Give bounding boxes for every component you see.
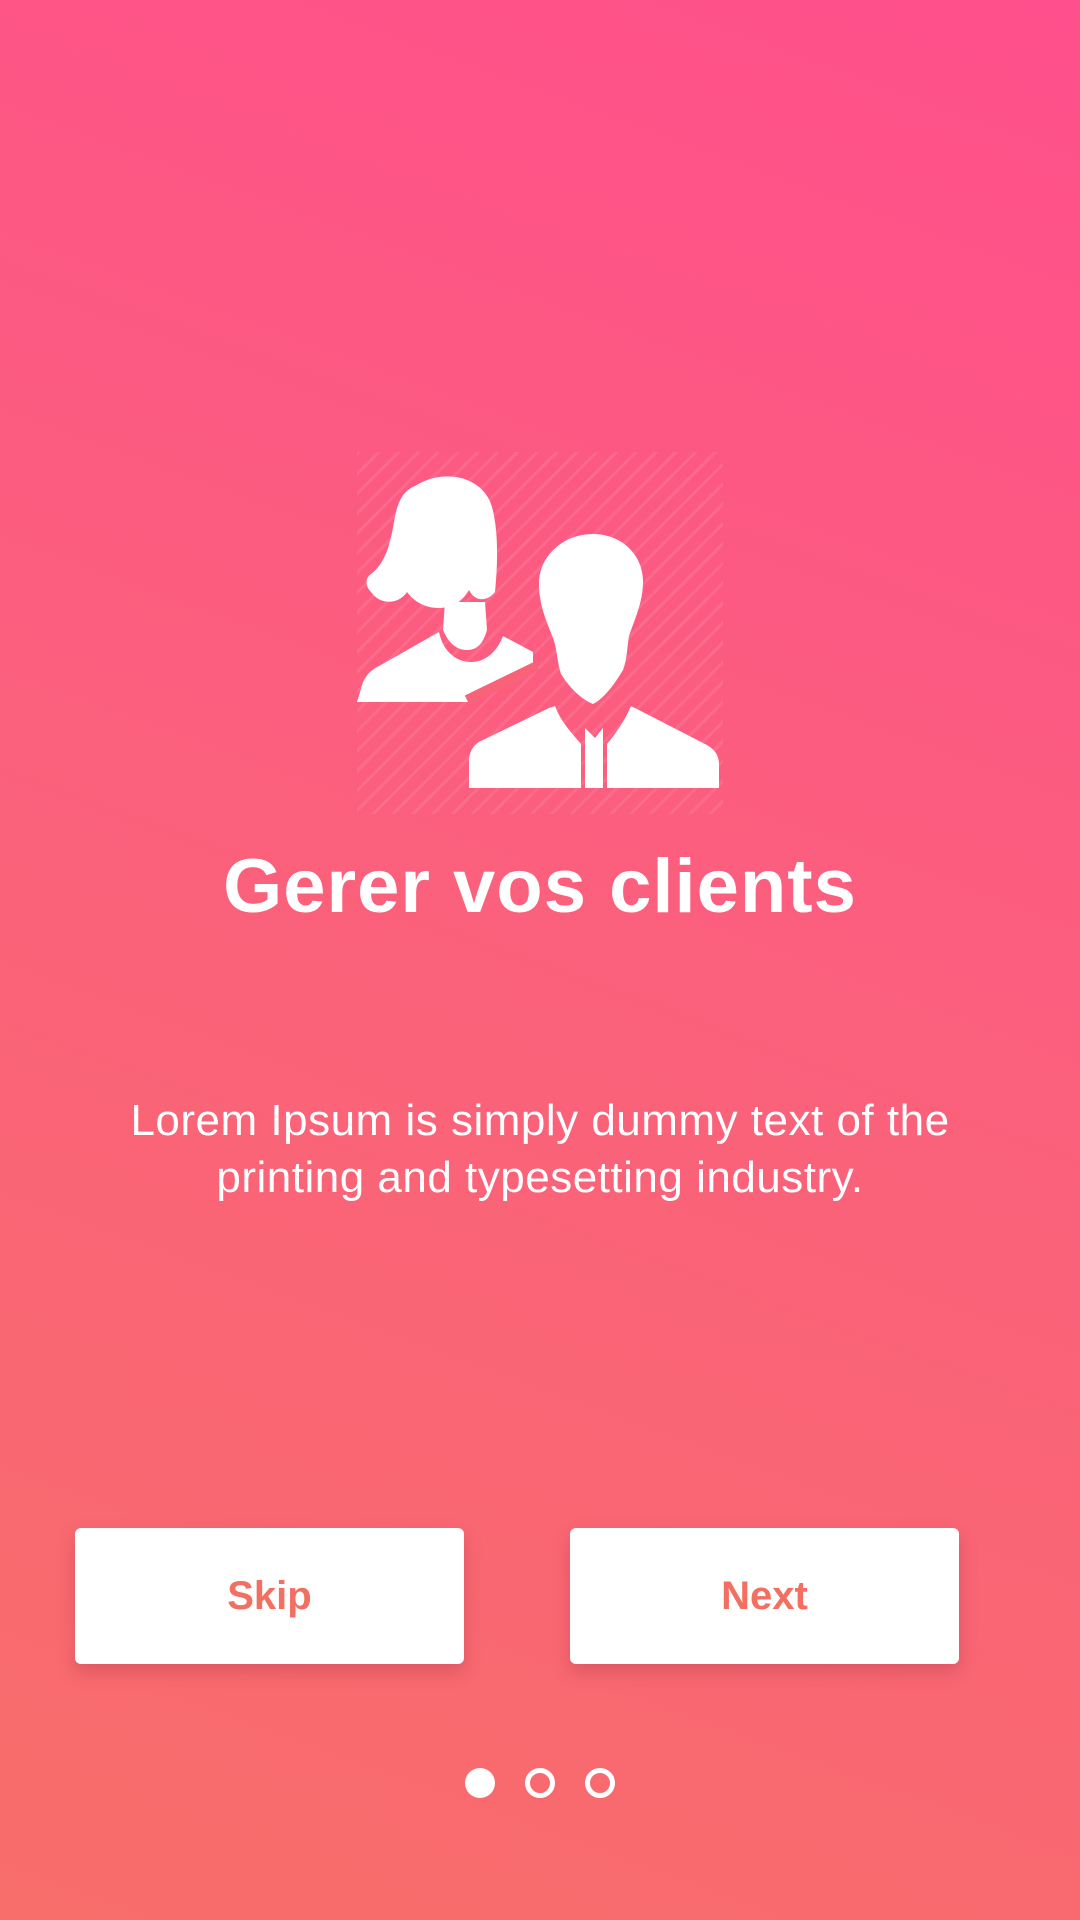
page-indicator-dot[interactable] — [525, 1768, 555, 1798]
page-indicator — [0, 1768, 1080, 1800]
next-button[interactable]: Next — [570, 1528, 959, 1664]
page-indicator-dot-active[interactable] — [465, 1768, 495, 1798]
page-indicator-dot[interactable] — [585, 1768, 615, 1798]
onboarding-title: Gerer vos clients — [223, 844, 857, 929]
onboarding-screen: Gerer vos clients Lorem Ipsum is simply … — [0, 0, 1080, 1920]
onboarding-description: Lorem Ipsum is simply dummy text of the … — [130, 1096, 950, 1202]
illustration — [357, 452, 723, 814]
clients-people-icon — [357, 476, 719, 788]
skip-button[interactable]: Skip — [75, 1528, 464, 1664]
